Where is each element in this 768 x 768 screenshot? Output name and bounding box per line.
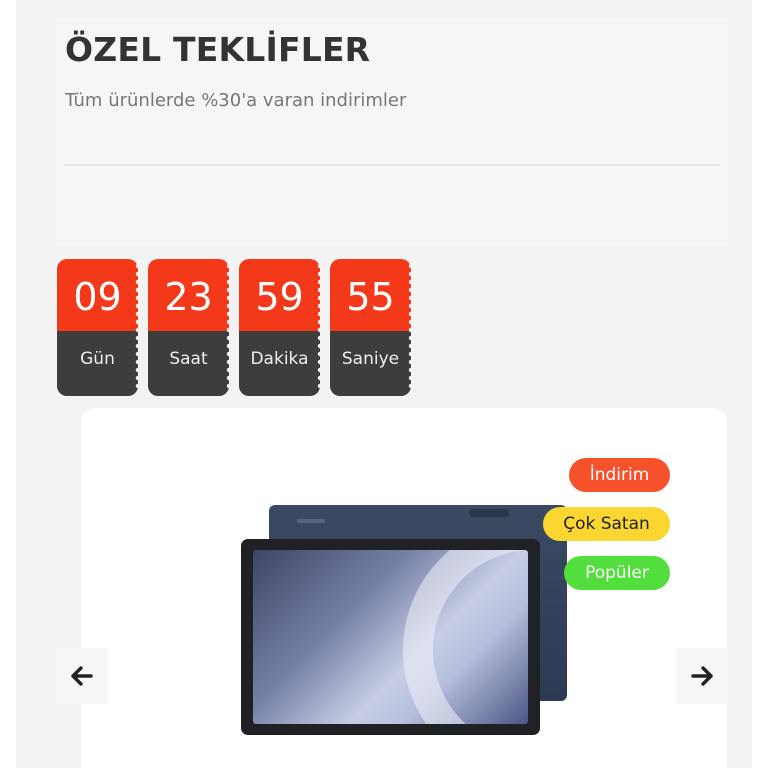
product-image[interactable]: [241, 539, 540, 735]
countdown-hours: 23 Saat: [148, 259, 229, 396]
badge-bestseller: Çok Satan: [543, 507, 670, 541]
countdown-seconds: 55 Saniye: [330, 259, 411, 396]
badge-discount: İndirim: [569, 458, 670, 492]
tablet-screen: [253, 550, 528, 724]
countdown-hours-label: Saat: [148, 331, 229, 396]
countdown-days-label: Gün: [57, 331, 138, 396]
page-subtitle: Tüm ürünlerde %30'a varan indirimler: [65, 90, 407, 111]
countdown-minutes-value: 59: [239, 259, 320, 331]
countdown-minutes: 59 Dakika: [239, 259, 320, 396]
arrow-left-icon: [71, 666, 93, 686]
wallpaper-wave: [403, 550, 528, 724]
divider: [64, 164, 720, 166]
camera-bar: [469, 509, 509, 517]
countdown-seconds-label: Saniye: [330, 331, 411, 396]
countdown-days-value: 09: [57, 259, 138, 331]
brand-logo: [297, 519, 325, 523]
carousel-prev-button[interactable]: [56, 648, 108, 704]
arrow-right-icon: [691, 666, 713, 686]
countdown-minutes-label: Dakika: [239, 331, 320, 396]
countdown-seconds-value: 55: [330, 259, 411, 331]
page-title: ÖZEL TEKLİFLER: [65, 30, 371, 69]
carousel-next-button[interactable]: [676, 648, 728, 704]
countdown-hours-value: 23: [148, 259, 229, 331]
countdown-days: 09 Gün: [57, 259, 138, 396]
badge-popular: Popüler: [564, 556, 670, 590]
